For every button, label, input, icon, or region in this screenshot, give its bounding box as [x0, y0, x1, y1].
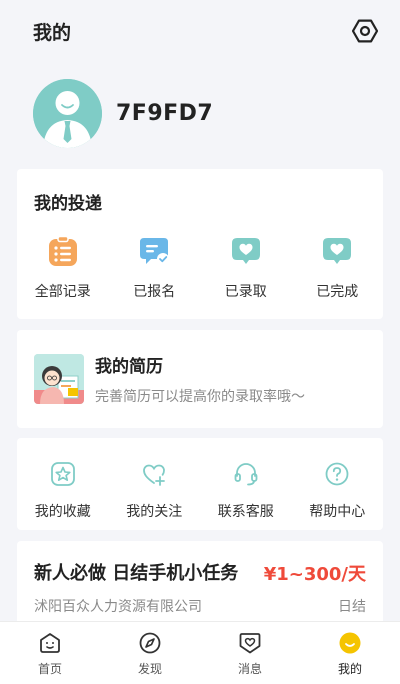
settings-button[interactable]: [350, 16, 380, 46]
compass-icon: [137, 630, 163, 656]
tool-label: 帮助中心: [309, 504, 366, 520]
tab-label: 消息: [237, 662, 262, 676]
resume-subtitle: 完善简历可以提高你的录取率哦～: [95, 389, 305, 405]
header: 我的: [0, 0, 400, 62]
delivery-admitted[interactable]: 已录取: [200, 235, 292, 301]
job-card[interactable]: 新人必做 日结手机小任务 ¥1~300/天 沭阳百众人力资源有限公司 日结: [17, 541, 383, 631]
headset-icon: [230, 458, 262, 490]
delivery-all-records[interactable]: 全部记录: [17, 235, 109, 301]
tools-card: 我的收藏 我的关注 联系客服 帮助中心: [17, 438, 383, 530]
deliveries-card: 我的投递 全部记录 已报名 已录取 已完成: [17, 169, 383, 319]
tab-discover[interactable]: 发现: [100, 622, 200, 684]
deliveries-grid: 全部记录 已报名 已录取 已完成: [17, 235, 383, 301]
delivery-label: 已报名: [133, 284, 176, 300]
tool-label: 我的收藏: [34, 504, 91, 520]
star-frame-icon: [47, 458, 79, 490]
message-check-icon: [138, 235, 170, 267]
tab-bar: 首页 发现 消息 我的: [0, 621, 400, 684]
tool-label: 联系客服: [217, 504, 274, 520]
avatar-icon: [33, 78, 102, 148]
question-icon: [321, 458, 353, 490]
heart-bubble-icon: [321, 235, 353, 267]
job-settlement: 日结: [338, 599, 366, 615]
resume-card[interactable]: 我的简历 完善简历可以提高你的录取率哦～: [17, 330, 383, 428]
tab-mine[interactable]: 我的: [300, 622, 400, 684]
page-title: 我的: [33, 21, 72, 44]
tab-home[interactable]: 首页: [0, 622, 100, 684]
profile-smile-icon: [337, 630, 363, 656]
deliveries-title: 我的投递: [34, 194, 102, 214]
job-title: 新人必做 日结手机小任务: [34, 563, 239, 584]
heart-bubble-icon: [230, 235, 262, 267]
delivery-label: 已完成: [316, 284, 359, 300]
settings-icon: [352, 19, 378, 43]
tool-customer-service[interactable]: 联系客服: [200, 458, 292, 521]
resume-illustration: [34, 354, 84, 404]
job-company: 沭阳百众人力资源有限公司: [34, 599, 202, 615]
resume-title: 我的简历: [95, 357, 163, 377]
tab-label: 发现: [137, 662, 162, 676]
tool-following[interactable]: 我的关注: [109, 458, 201, 521]
tab-label: 首页: [37, 662, 62, 676]
tool-help-center[interactable]: 帮助中心: [292, 458, 384, 521]
heart-plus-icon: [138, 458, 170, 490]
home-face-icon: [37, 630, 63, 656]
avatar[interactable]: [33, 78, 102, 148]
tool-label: 我的关注: [126, 504, 183, 520]
delivery-completed[interactable]: 已完成: [292, 235, 384, 301]
job-salary: ¥1~300/天: [263, 564, 366, 585]
tool-favorites[interactable]: 我的收藏: [17, 458, 109, 521]
username[interactable]: 7F9FD7: [116, 101, 213, 126]
tab-messages[interactable]: 消息: [200, 622, 300, 684]
tools-grid: 我的收藏 我的关注 联系客服 帮助中心: [17, 458, 383, 521]
delivery-label: 全部记录: [34, 284, 91, 300]
message-heart-icon: [237, 630, 263, 656]
delivery-registered[interactable]: 已报名: [109, 235, 201, 301]
clipboard-icon: [47, 235, 79, 267]
tab-label: 我的: [337, 662, 362, 676]
delivery-label: 已录取: [224, 284, 267, 300]
profile-section[interactable]: 7F9FD7: [33, 78, 213, 148]
